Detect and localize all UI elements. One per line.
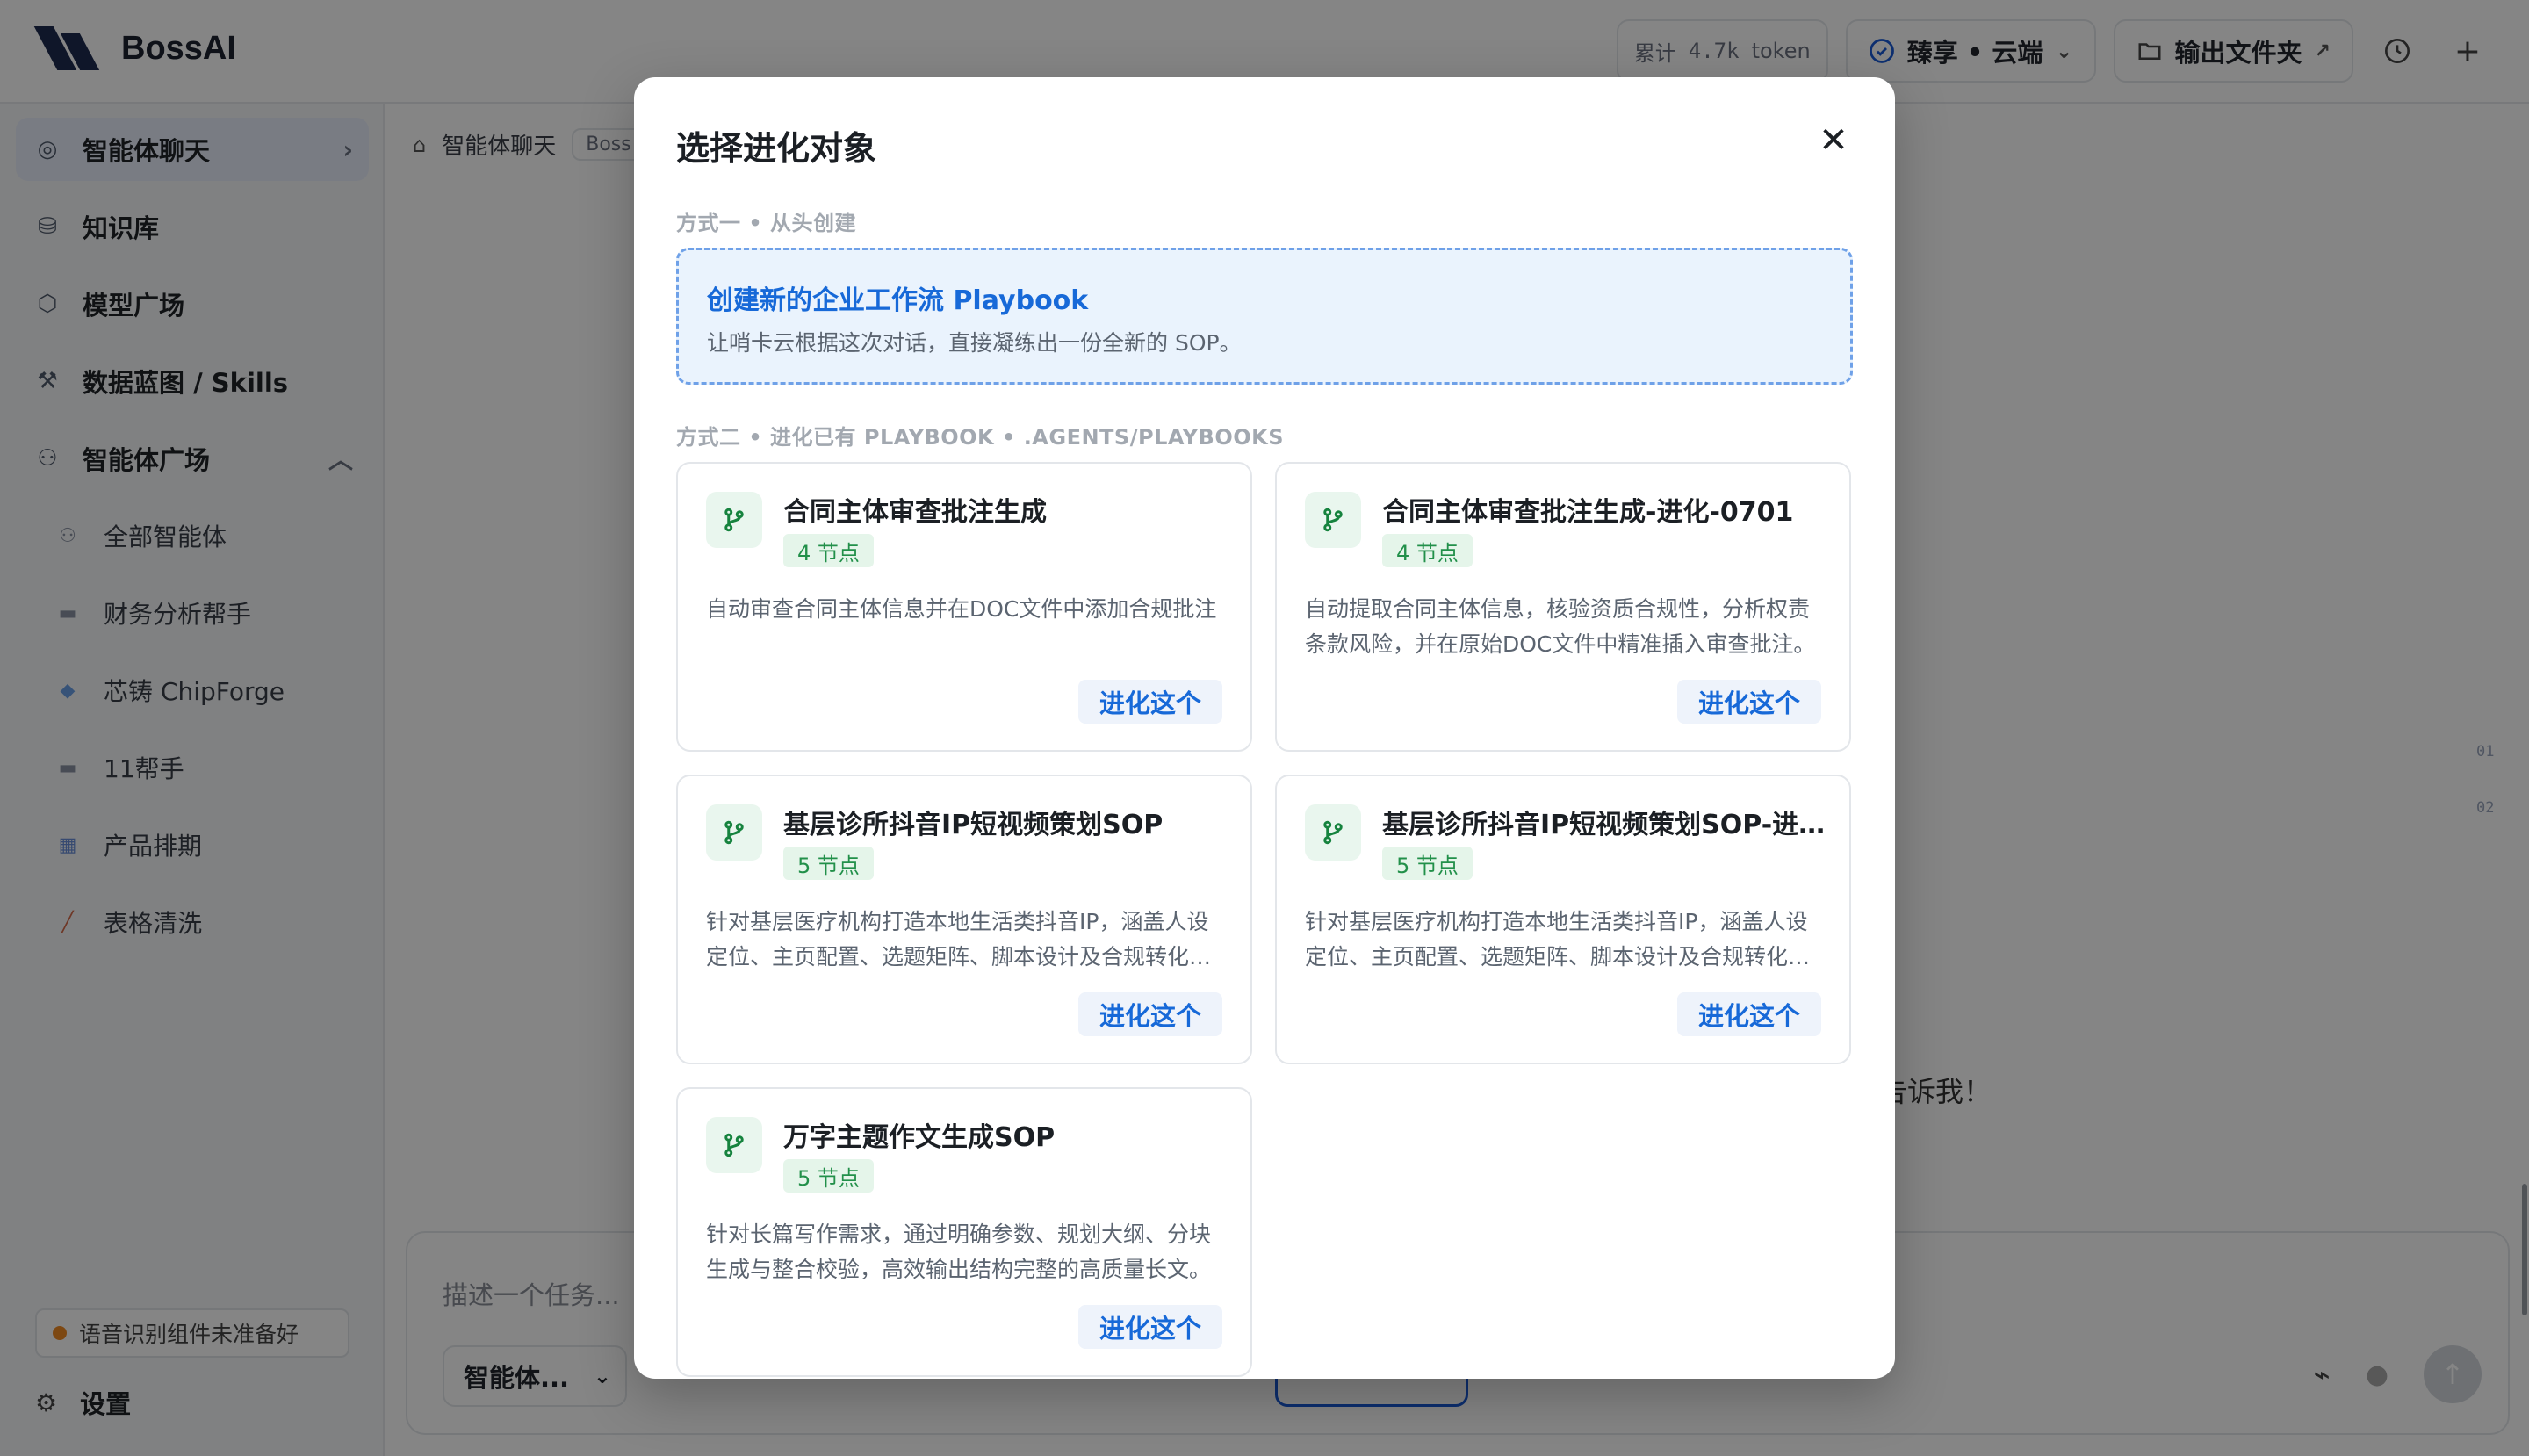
node-count-badge: 4 节点 — [1382, 534, 1473, 567]
playbook-card[interactable]: 基层诊所抖音IP短视频策划SOP 5 节点 针对基层医疗机构打造本地生活类抖音I… — [676, 775, 1252, 1064]
node-count-badge: 5 节点 — [783, 847, 874, 880]
git-branch-icon — [706, 804, 762, 861]
playbook-desc: 针对基层医疗机构打造本地生活类抖音IP，涵盖人设定位、主页配置、选题矩阵、脚本设… — [1305, 909, 1811, 969]
playbook-card[interactable]: 合同主体审查批注生成 4 节点 自动审查合同主体信息并在DOC文件中添加合规批注… — [676, 462, 1252, 752]
section-label-create: 方式一 • 从头创建 — [676, 211, 857, 235]
playbook-desc: 针对长篇写作需求，通过明确参数、规划大纲、分块生成与整合校验，高效输出结构完整的… — [706, 1222, 1212, 1282]
playbook-title: 基层诊所抖音IP短视频策划SOP — [783, 810, 1164, 840]
create-playbook-option[interactable]: 创建新的企业工作流 Playbook 让哨卡云根据这次对话，直接凝练出一份全新的… — [676, 248, 1853, 385]
evolve-button[interactable]: 进化这个 — [1676, 680, 1821, 724]
playbook-title: 合同主体审查批注生成-进化-0701 — [1382, 497, 1794, 528]
git-branch-icon — [706, 1117, 762, 1173]
evolve-button[interactable]: 进化这个 — [1676, 992, 1821, 1036]
playbook-title: 万字主题作文生成SOP — [783, 1122, 1056, 1153]
evolve-button[interactable]: 进化这个 — [1077, 992, 1222, 1036]
playbook-desc: 自动提取合同主体信息，核验资质合规性，分析权责条款风险，并在原始DOC文件中精准… — [1305, 596, 1816, 657]
evolve-target-modal: 选择进化对象 ✕ 方式一 • 从头创建 创建新的企业工作流 Playbook 让… — [634, 77, 1895, 1379]
close-button[interactable]: ✕ — [1814, 120, 1853, 161]
playbook-card[interactable]: 基层诊所抖音IP短视频策划SOP-进化-... 5 节点 针对基层医疗机构打造本… — [1275, 775, 1851, 1064]
playbook-card[interactable]: 合同主体审查批注生成-进化-0701 4 节点 自动提取合同主体信息，核验资质合… — [1275, 462, 1851, 752]
node-count-badge: 5 节点 — [1382, 847, 1473, 880]
evolve-button[interactable]: 进化这个 — [1077, 680, 1222, 724]
playbook-title: 合同主体审查批注生成 — [783, 497, 1047, 528]
create-playbook-title: 创建新的企业工作流 Playbook — [707, 285, 1089, 316]
create-playbook-desc: 让哨卡云根据这次对话，直接凝练出一份全新的 SOP。 — [707, 330, 1242, 356]
playbook-card[interactable]: 万字主题作文生成SOP 5 节点 针对长篇写作需求，通过明确参数、规划大纲、分块… — [676, 1087, 1252, 1377]
playbook-desc: 针对基层医疗机构打造本地生活类抖音IP，涵盖人设定位、主页配置、选题矩阵、脚本设… — [706, 909, 1212, 969]
node-count-badge: 4 节点 — [783, 534, 874, 567]
section-label-evolve: 方式二 • 进化已有 PLAYBOOK • .AGENTS/PLAYBOOKS — [676, 425, 1285, 450]
modal-title: 选择进化对象 — [676, 129, 877, 168]
evolve-button[interactable]: 进化这个 — [1077, 1305, 1222, 1349]
close-icon: ✕ — [1819, 120, 1848, 161]
playbook-title: 基层诊所抖音IP短视频策划SOP-进化-... — [1382, 810, 1826, 840]
playbook-desc: 自动审查合同主体信息并在DOC文件中添加合规批注 — [706, 596, 1217, 622]
git-branch-icon — [706, 492, 762, 548]
git-branch-icon — [1305, 804, 1361, 861]
git-branch-icon — [1305, 492, 1361, 548]
node-count-badge: 5 节点 — [783, 1159, 874, 1193]
